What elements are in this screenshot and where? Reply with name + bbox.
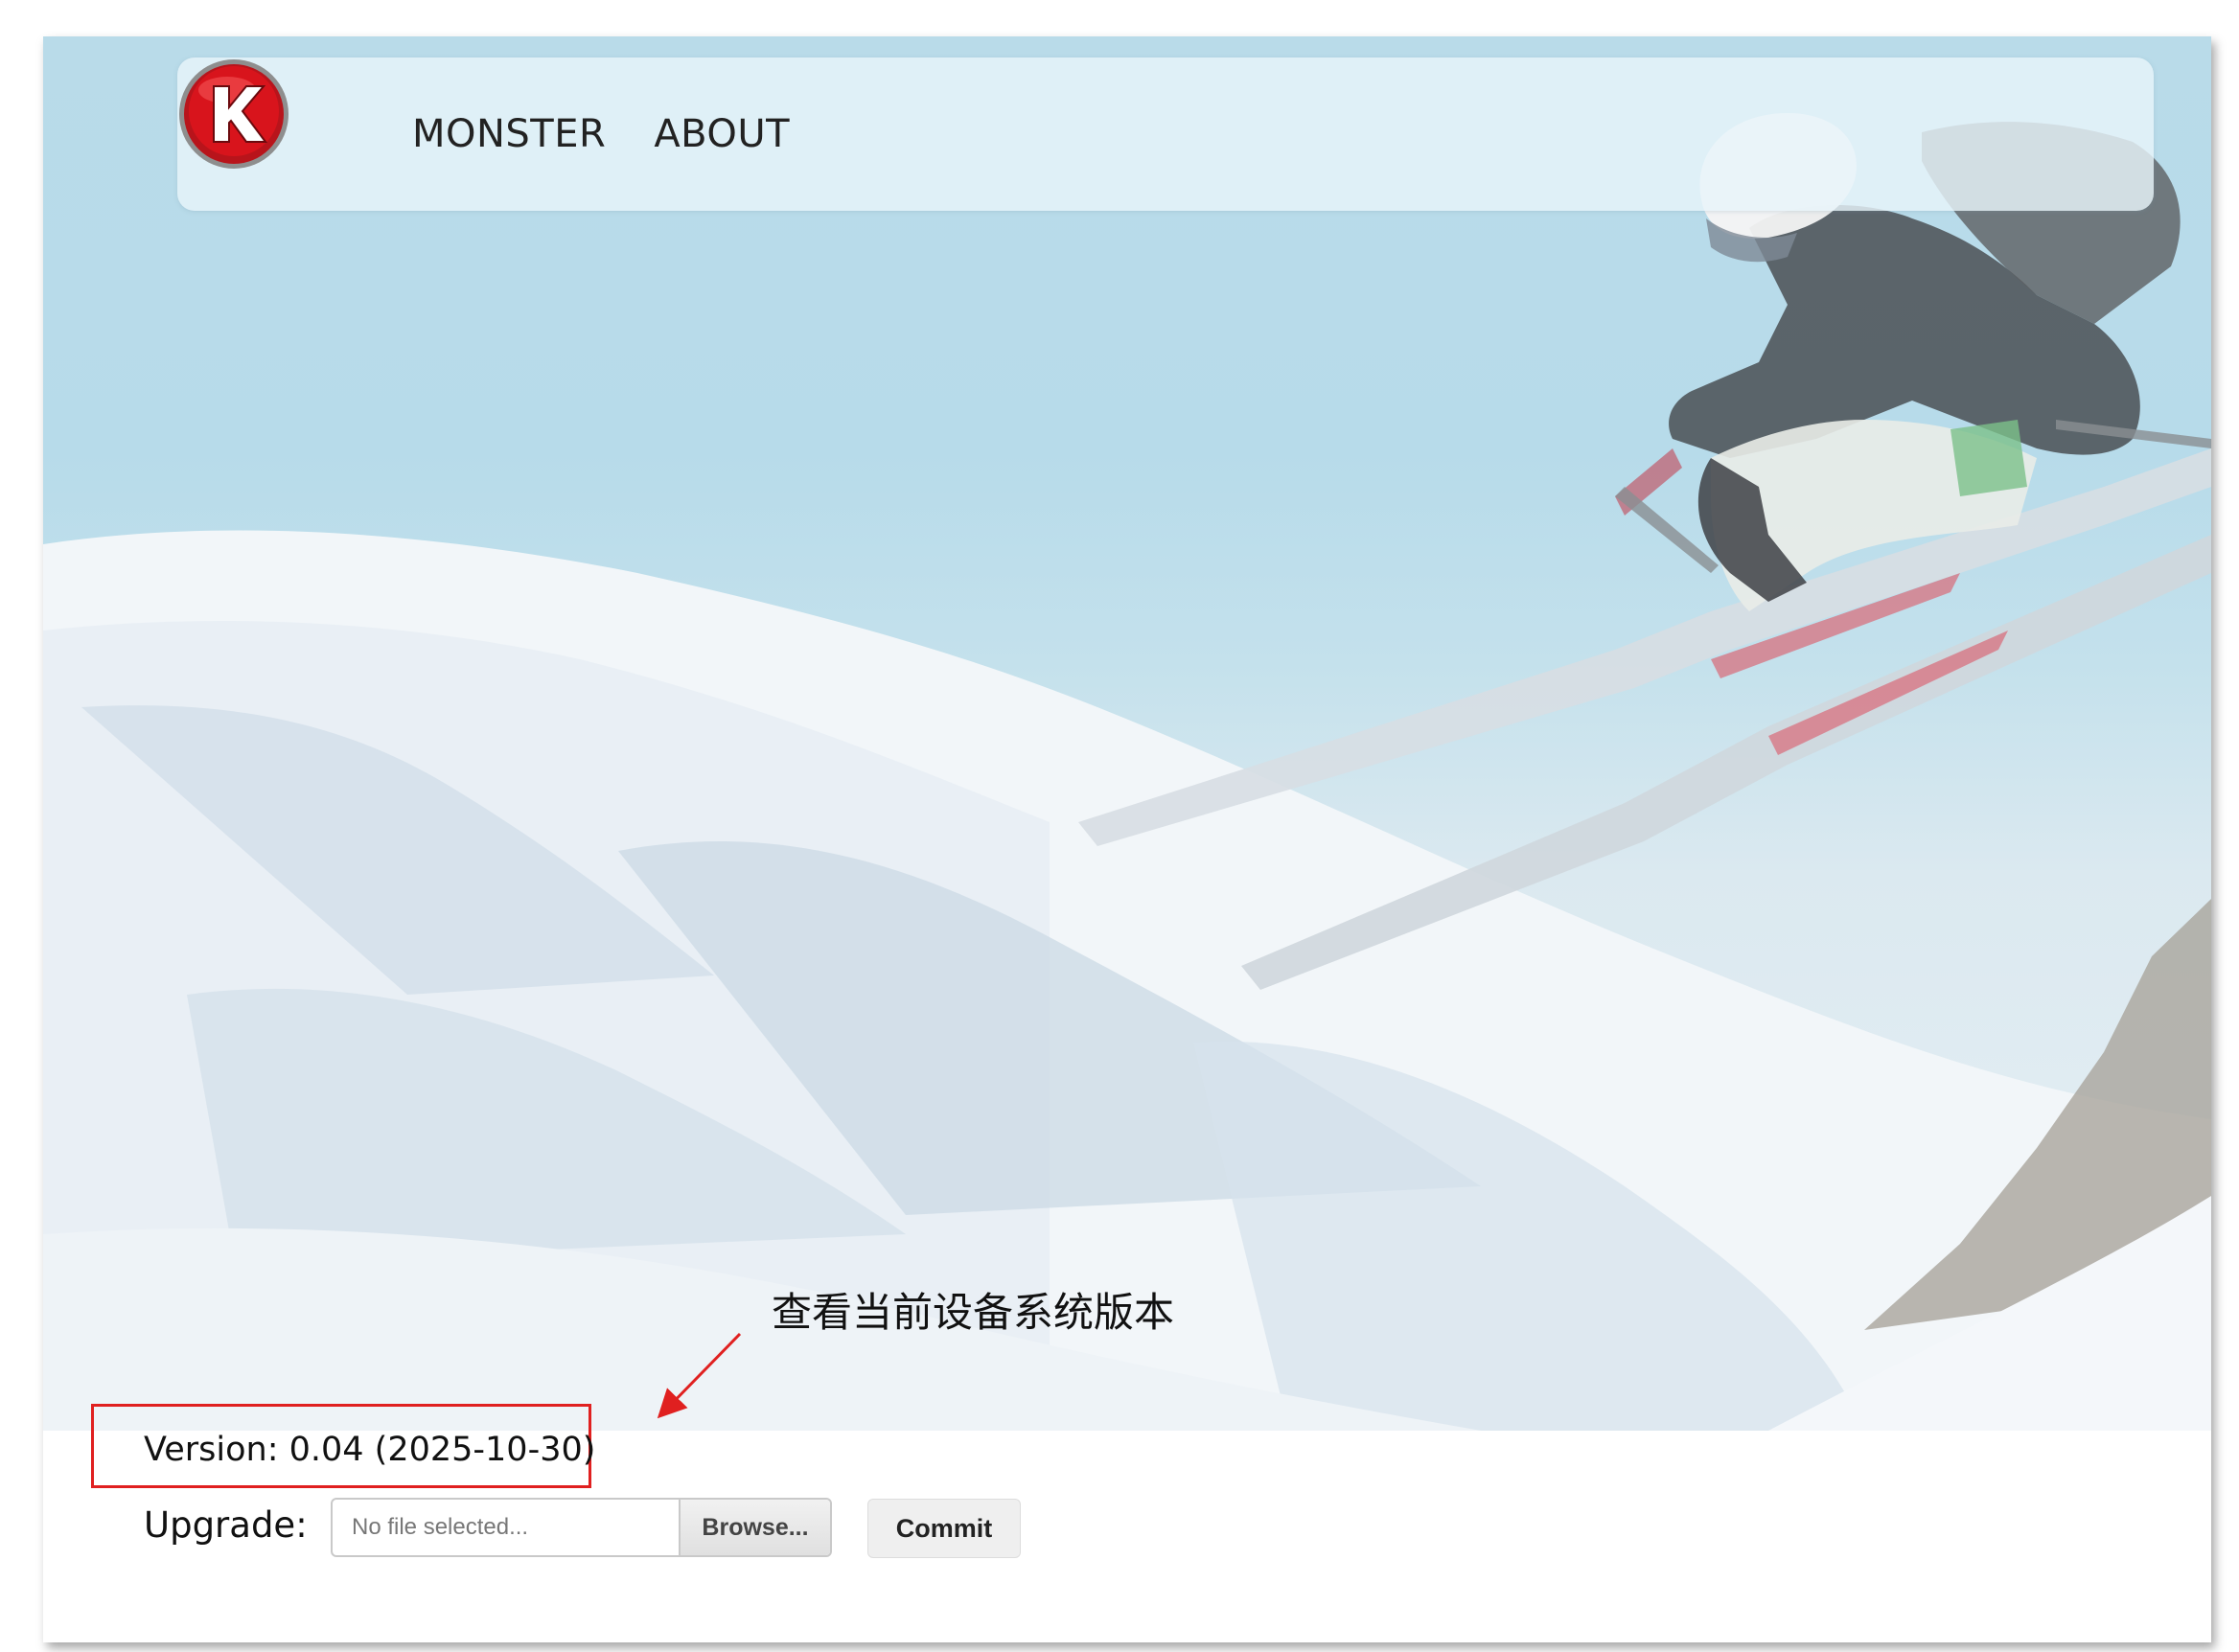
annotation-callout-text: 查看当前设备系统版本 xyxy=(772,1289,1175,1336)
skier-background-image xyxy=(43,113,2211,1431)
file-input-placeholder: No file selected... xyxy=(352,1514,529,1540)
nav-menu: MONSTER ABOUT xyxy=(412,57,790,211)
nav-item-about[interactable]: ABOUT xyxy=(654,112,790,156)
nav-item-monster[interactable]: MONSTER xyxy=(412,112,606,156)
hero-background: MONSTER ABOUT xyxy=(43,36,2211,1431)
commit-button[interactable]: Commit xyxy=(867,1499,1021,1558)
firmware-version-label: Version: 0.04 (2025-10-30) xyxy=(144,1431,596,1469)
top-navbar: MONSTER ABOUT xyxy=(177,57,2154,211)
brand-k-logo-icon[interactable] xyxy=(177,57,290,171)
firmware-file-input[interactable]: No file selected... Browse... xyxy=(331,1498,832,1557)
browse-button[interactable]: Browse... xyxy=(679,1500,830,1555)
upgrade-label: Upgrade: xyxy=(144,1504,308,1546)
browser-page: MONSTER ABOUT xyxy=(43,36,2211,1642)
